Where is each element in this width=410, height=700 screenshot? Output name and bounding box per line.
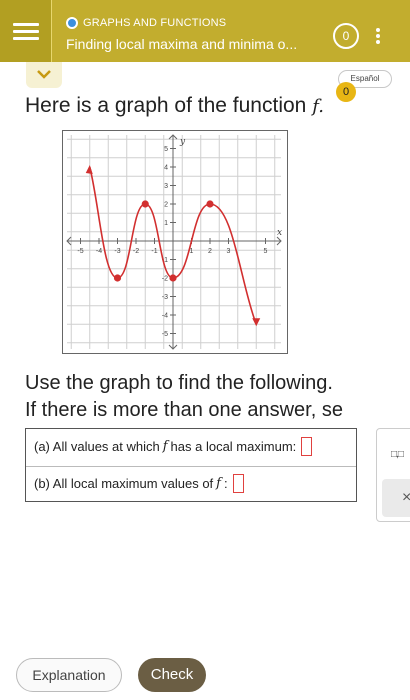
x-tick-label: 2 bbox=[208, 248, 212, 255]
chevron-down-icon bbox=[37, 70, 51, 79]
y-tick-label: 3 bbox=[164, 183, 168, 190]
y-tick-label: -5 bbox=[162, 331, 168, 338]
instruction-line-1: Use the graph to find the following. bbox=[25, 372, 333, 394]
menu-button[interactable] bbox=[0, 0, 52, 62]
y-tick-label: -2 bbox=[162, 276, 168, 283]
question-b-function: f bbox=[216, 476, 221, 491]
x-tick-label: -3 bbox=[114, 248, 120, 255]
answer-a-input[interactable] bbox=[301, 437, 313, 456]
hamburger-icon-line bbox=[13, 37, 39, 40]
x-tick-label: 3 bbox=[227, 248, 231, 255]
check-button[interactable]: Check bbox=[138, 658, 206, 692]
topic-text: GRAPHS AND FUNCTIONS bbox=[83, 17, 227, 29]
question-b-suffix: : bbox=[223, 476, 228, 491]
x-tick-label: -1 bbox=[151, 248, 157, 255]
answer-divider bbox=[26, 466, 356, 467]
question-b: (b) All local maximum values of f : bbox=[34, 474, 244, 493]
score-indicator[interactable]: 0 bbox=[333, 23, 359, 49]
y-tick-label: 2 bbox=[164, 202, 168, 209]
question-a-prefix: (a) All values at which bbox=[34, 439, 160, 454]
intro-text: Here is a graph of the function bbox=[25, 94, 307, 117]
extremum-point bbox=[113, 274, 122, 282]
extremum-point bbox=[206, 200, 214, 208]
explanation-button[interactable]: Explanation bbox=[16, 658, 122, 692]
x-tick-label: -5 bbox=[77, 248, 83, 255]
progress-badge: 0 bbox=[336, 82, 356, 102]
top-header: GRAPHS AND FUNCTIONS Finding local maxim… bbox=[0, 0, 410, 62]
graph-canvas: xy-5 -4 -3 -2 -1 1 2 3 554321-1-2-3-4-5 bbox=[66, 134, 282, 350]
function-graph: x y -5 -4 -3 -2 -1 1 2 3 5 5 4 3 2 1 -1 -2 -3 -4 -5 bbox=[62, 130, 288, 354]
topic-label: GRAPHS AND FUNCTIONS bbox=[66, 17, 226, 29]
hamburger-icon-line bbox=[13, 30, 39, 33]
y-tick-label: 4 bbox=[164, 165, 168, 172]
collapse-toggle[interactable] bbox=[26, 62, 62, 88]
x-tick-label: -2 bbox=[133, 248, 139, 255]
curve-arrow-start bbox=[85, 165, 93, 174]
question-a-function: f bbox=[162, 439, 168, 454]
question-b-prefix: (b) All local maximum values of bbox=[34, 476, 214, 491]
answer-b-input[interactable] bbox=[232, 474, 244, 493]
problem-intro: Here is a graph of the function f. bbox=[25, 94, 324, 118]
more-vertical-icon[interactable] bbox=[376, 28, 380, 44]
topic-dot-icon bbox=[66, 17, 78, 29]
y-tick-label: -4 bbox=[162, 313, 168, 320]
clear-button[interactable]: × bbox=[382, 479, 410, 517]
instruction-line-2: If there is more than one answer, se bbox=[25, 399, 343, 421]
input-tools-panel: □,□ × bbox=[376, 428, 410, 522]
y-tick-label: -3 bbox=[162, 294, 168, 301]
answer-box: (a) All values at which f has a local ma… bbox=[25, 428, 357, 502]
hamburger-icon bbox=[13, 23, 39, 26]
x-tick-label: -4 bbox=[96, 248, 102, 255]
x-axis-label: x bbox=[277, 228, 282, 238]
intro-function: f. bbox=[312, 96, 324, 117]
y-tick-label: 1 bbox=[164, 220, 168, 227]
x-tick-label: 5 bbox=[264, 248, 268, 255]
question-a-suffix: has a local maximum: bbox=[170, 439, 297, 454]
lesson-title: Finding local maxima and minima o... bbox=[66, 36, 298, 52]
y-axis-label: y bbox=[179, 137, 186, 147]
extremum-point bbox=[169, 274, 177, 282]
interval-list-button[interactable]: □,□ bbox=[391, 449, 404, 460]
y-tick-label: 5 bbox=[164, 146, 168, 153]
question-a: (a) All values at which f has a local ma… bbox=[34, 437, 313, 456]
curve-arrow-end bbox=[252, 318, 261, 327]
extremum-point bbox=[141, 200, 149, 208]
